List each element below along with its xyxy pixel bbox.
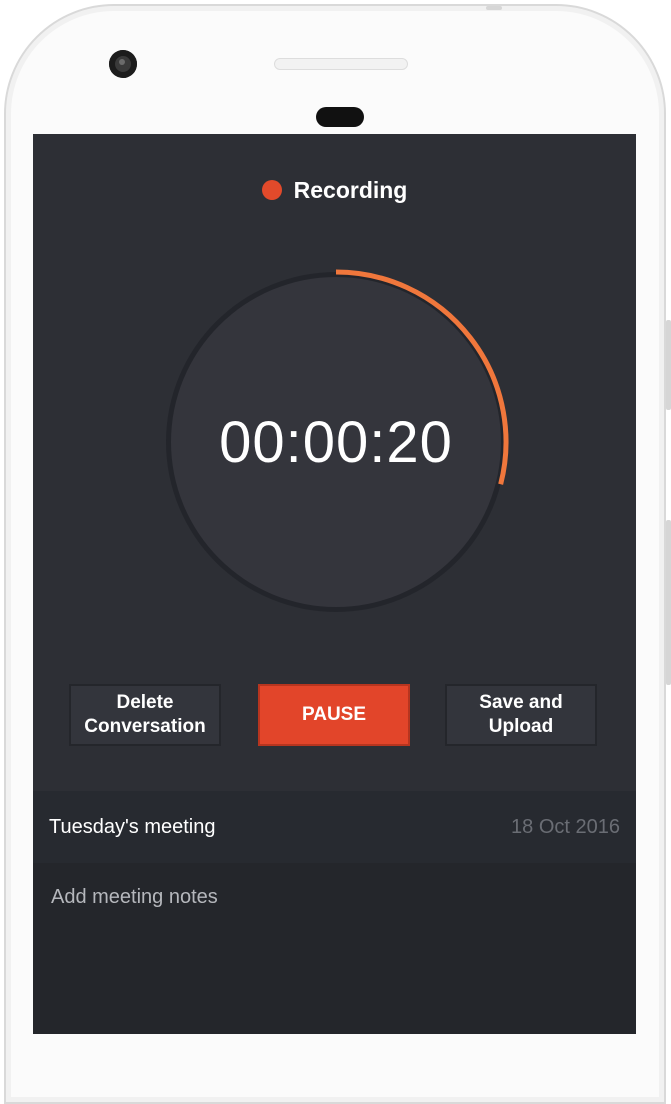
save-and-upload-button[interactable]: Save and Upload xyxy=(445,684,597,746)
pause-button[interactable]: PAUSE xyxy=(258,684,410,746)
timer-dial: 00:00:20 xyxy=(161,267,511,617)
delete-conversation-button[interactable]: Delete Conversation xyxy=(69,684,221,746)
meeting-title[interactable]: Tuesday's meeting xyxy=(49,816,216,839)
recording-dot-icon xyxy=(261,180,282,200)
earpiece-speaker xyxy=(274,58,408,70)
power-button xyxy=(666,320,671,410)
meeting-notes-input[interactable] xyxy=(49,881,613,913)
meeting-row[interactable]: Tuesday's meeting 18 Oct 2016 xyxy=(33,791,636,863)
recording-status-label: Recording xyxy=(293,176,408,203)
volume-button xyxy=(666,520,671,685)
notes-area xyxy=(33,863,636,1034)
meeting-date: 18 Oct 2016 xyxy=(511,815,620,838)
recording-status: Recording xyxy=(33,174,636,206)
front-camera-icon xyxy=(109,50,137,78)
app-screen: Recording 00:00:20 Delete Conversation P… xyxy=(33,134,636,1034)
timer-display: 00:00:20 xyxy=(219,410,453,475)
proximity-sensor xyxy=(316,107,364,127)
top-button xyxy=(486,6,502,10)
